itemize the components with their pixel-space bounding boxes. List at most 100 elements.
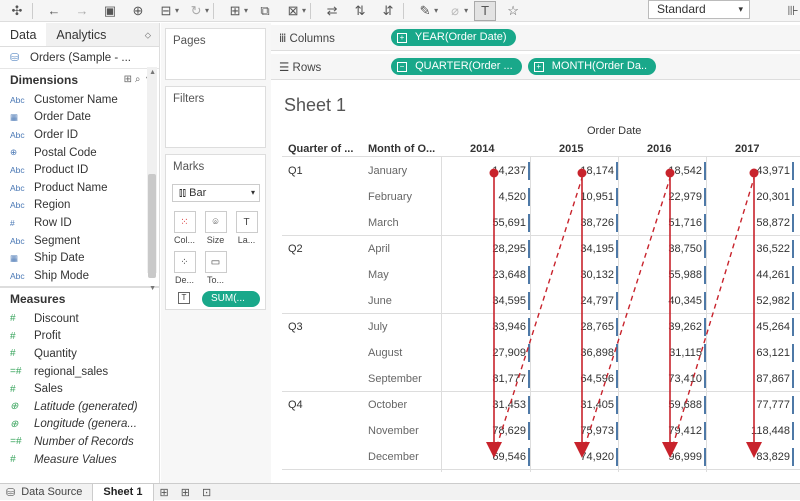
chevron-down-icon[interactable]: ▾ [244, 6, 248, 15]
sales-cell[interactable]: 78,629 [466, 425, 526, 437]
dimension-field[interactable]: Abc Ship Mode [0, 267, 159, 285]
sales-cell[interactable]: 52,982 [730, 295, 790, 307]
measure-field[interactable]: # Profit [0, 328, 159, 346]
year-header-2016[interactable]: 2016 [647, 143, 671, 155]
sales-cell[interactable]: 79,412 [642, 425, 702, 437]
pane-collapse-icon[interactable]: ⬦ [145, 23, 151, 47]
month-label[interactable]: January [368, 165, 407, 177]
expand-icon[interactable]: + [397, 33, 407, 43]
sales-cell[interactable]: 58,872 [730, 217, 790, 229]
month-label[interactable]: March [368, 217, 399, 229]
sales-cell[interactable]: 83,829 [730, 451, 790, 463]
dimension-field[interactable]: Abc Product Name [0, 179, 159, 197]
label-mark-button[interactable]: T La... [234, 211, 259, 249]
chevron-down-icon[interactable]: ▾ [175, 6, 179, 15]
sales-cell[interactable]: 74,920 [554, 451, 614, 463]
pages-card[interactable]: Pages [165, 28, 266, 80]
sales-cell[interactable]: 51,716 [642, 217, 702, 229]
sales-cell[interactable]: 30,132 [554, 269, 614, 281]
sales-cell[interactable]: 22,979 [642, 191, 702, 203]
new-worksheet-icon[interactable]: ⊞ [160, 486, 169, 499]
month-label[interactable]: October [368, 399, 407, 411]
month-label[interactable]: December [368, 451, 419, 463]
sales-cell[interactable]: 33,946 [466, 321, 526, 333]
sales-cell[interactable]: 81,777 [466, 373, 526, 385]
sales-cell[interactable]: 55,691 [466, 217, 526, 229]
year-header-2017[interactable]: 2017 [735, 143, 759, 155]
redo-icon[interactable]: → [71, 1, 93, 21]
new-story-icon[interactable]: ⊡ [202, 486, 211, 499]
measure-field[interactable]: # Quantity [0, 345, 159, 363]
scrollbar-thumb[interactable] [148, 174, 156, 278]
group-members-icon[interactable]: ⌀ [444, 1, 466, 21]
sales-cell[interactable]: 55,988 [642, 269, 702, 281]
sales-cell[interactable]: 96,999 [642, 451, 702, 463]
sum-sales-pill[interactable]: SUM(... [202, 291, 260, 307]
duplicate-sheet-icon[interactable]: ⧉ [254, 1, 276, 21]
header-quarter[interactable]: Quarter of ... [288, 143, 353, 155]
sales-cell[interactable]: 40,345 [642, 295, 702, 307]
chevron-down-icon[interactable]: ▾ [205, 6, 209, 15]
header-month[interactable]: Month of O... [368, 143, 435, 155]
chevron-down-icon[interactable]: ▾ [302, 6, 306, 15]
sales-cell[interactable]: 34,595 [466, 295, 526, 307]
swap-rows-columns-icon[interactable]: ⇄ [321, 1, 343, 21]
sales-cell[interactable]: 44,261 [730, 269, 790, 281]
detail-mark-button[interactable]: ⁘ De... [172, 251, 197, 289]
quarter-label[interactable]: Q1 [288, 165, 303, 177]
sales-cell[interactable]: 118,448 [730, 425, 790, 437]
sales-cell[interactable]: 63,121 [730, 347, 790, 359]
show-mark-labels-icon[interactable]: T [474, 0, 497, 21]
month-label[interactable]: July [368, 321, 388, 333]
month-label[interactable]: August [368, 347, 402, 359]
sales-cell[interactable]: 18,174 [554, 165, 614, 177]
sales-cell[interactable]: 69,546 [466, 451, 526, 463]
quarter-label[interactable]: Q4 [288, 399, 303, 411]
dimension-field[interactable]: Abc Region [0, 197, 159, 215]
data-source-tab[interactable]: Data Source [21, 486, 92, 498]
month-label[interactable]: June [368, 295, 392, 307]
dimension-field[interactable]: ▦ Ship Date [0, 249, 159, 267]
dimension-field[interactable]: ⊕ Postal Code [0, 144, 159, 162]
show-me-icon[interactable]: ⊪ [782, 1, 800, 21]
refresh-icon[interactable]: ↻ [185, 1, 207, 21]
scroll-up-icon[interactable]: ▲ [149, 69, 156, 76]
dimension-field[interactable]: # Row ID [0, 214, 159, 232]
sales-cell[interactable]: 28,765 [554, 321, 614, 333]
tab-data[interactable]: Data [0, 23, 47, 46]
sales-cell[interactable]: 4,520 [466, 191, 526, 203]
measure-field[interactable]: # Measure Values [0, 451, 159, 469]
filters-card[interactable]: Filters [165, 86, 266, 148]
highlight-icon[interactable]: ✎ [414, 1, 436, 21]
sales-cell[interactable]: 36,522 [730, 243, 790, 255]
tooltip-mark-button[interactable]: ▭ To... [203, 251, 228, 289]
sales-cell[interactable]: 39,262 [642, 321, 702, 333]
measure-field[interactable]: # Sales [0, 380, 159, 398]
quarter-label[interactable]: Q2 [288, 243, 303, 255]
save-icon[interactable]: ▣ [99, 1, 121, 21]
month-label[interactable]: February [368, 191, 412, 203]
scroll-down-icon[interactable]: ▼ [149, 285, 156, 292]
dimension-field[interactable]: ▦ Order Date [0, 109, 159, 127]
quarter-order-date-pill[interactable]: − QUARTER(Order ... [391, 58, 522, 75]
year-header-2015[interactable]: 2015 [559, 143, 583, 155]
sales-cell[interactable]: 31,405 [554, 399, 614, 411]
month-label[interactable]: May [368, 269, 389, 281]
sheet1-tab[interactable]: Sheet 1 [92, 483, 154, 501]
view-size-select[interactable]: Standard ▾ [648, 0, 750, 19]
sales-cell[interactable]: 36,898 [554, 347, 614, 359]
measure-field[interactable]: # Discount [0, 310, 159, 328]
month-label[interactable]: April [368, 243, 390, 255]
sales-cell[interactable]: 38,750 [642, 243, 702, 255]
sales-cell[interactable]: 75,973 [554, 425, 614, 437]
datasource-item[interactable]: ⛁ Orders (Sample - ... [0, 47, 159, 69]
sales-cell[interactable]: 27,909 [466, 347, 526, 359]
sales-cell[interactable]: 10,951 [554, 191, 614, 203]
month-order-date-pill[interactable]: + MONTH(Order Da.. [527, 58, 657, 75]
clear-sheet-icon[interactable]: ⊠ [282, 1, 304, 21]
sales-cell[interactable]: 31,115 [642, 347, 702, 359]
size-mark-button[interactable]: ⌾ Size [203, 211, 228, 249]
chevron-down-icon[interactable]: ▾ [464, 6, 468, 15]
undo-icon[interactable]: ← [43, 1, 65, 21]
sales-cell[interactable]: 14,237 [466, 165, 526, 177]
